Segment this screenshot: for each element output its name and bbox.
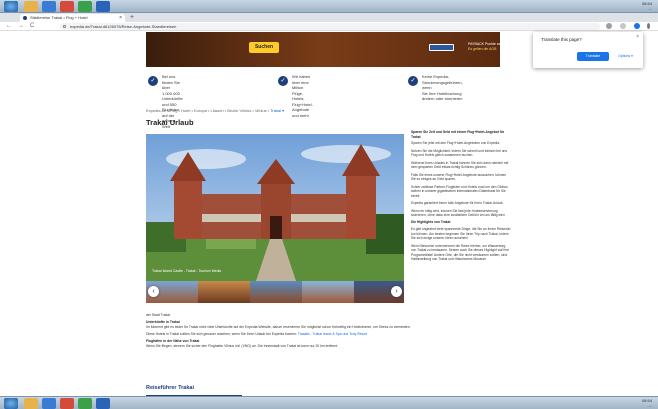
app-icon[interactable] [42,398,56,409]
star-icon[interactable] [620,23,626,29]
breadcrumb-path[interactable]: Expedia.de • Flug • Hotel • Europa • Lit… [146,108,270,113]
sidebar-paragraph: Nutzen Sie die Möglichkeit, indem Sie sc… [411,148,508,158]
travel-guide-heading[interactable]: Reiseführer Trakai [146,385,194,391]
prev-arrow-icon[interactable]: ‹ [148,286,159,297]
options-button[interactable]: Options ▾ [613,52,638,61]
photo-caption: Trakai Island Castle - Trakai - Tourism … [152,269,222,273]
url-text: expedia.de/Trakai.d6126076/Reise-Angebot… [70,24,177,29]
reload-icon[interactable]: C [30,22,34,31]
checkmark-icon: ✓ [148,76,158,86]
payback-promo[interactable]: PAYBACK Punkte sammeln! Es gelten die AG… [468,42,512,52]
word-icon[interactable] [96,1,110,12]
payback-line2: Es gelten die AGB [468,47,497,51]
benefit-line: Keine Expedia-Stornierungsgebühren, wenn [422,74,463,90]
translate-popup: Translate this page? × Translate Options… [533,32,643,68]
profile-icon[interactable] [634,23,640,29]
sidebar-paragraph: Sparen Sie jetzt mit den Flug+Hotel-Ange… [411,141,500,146]
search-button[interactable]: Suchen [249,42,279,53]
body-paragraph: Diese Hotels in Trakai sollten Sie sich … [146,332,516,337]
benefit-line: Flug+Hotel-Angebote und mehr [292,101,313,118]
folder-icon[interactable] [24,1,38,12]
sidebar-paragraph: Falls Sie eines unserer Flug+Hotel-Angeb… [411,172,507,182]
sidebar-paragraph: Expedia garantiert Ihnen tolle Angebote … [411,201,504,206]
start-icon[interactable] [4,1,18,12]
browser-tab[interactable]: Städtereise Trakai • Flug + Hotel × [20,14,125,22]
checkmark-icon: ✓ [278,76,288,86]
new-tab-button[interactable]: + [130,13,134,22]
address-bar[interactable]: expedia.de/Trakai.d6126076/Reise-Angebot… [60,23,600,30]
lock-icon [63,25,66,28]
next-arrow-icon[interactable]: › [391,286,402,297]
sidebar-heading: Die Highlights von Trakai [411,220,451,225]
breadcrumb-current[interactable]: Trakai ▾ [270,108,284,113]
forward-icon[interactable]: → [18,22,24,31]
app-icon[interactable] [78,1,92,12]
sidebar-paragraph: Schier zahllose Partner-Fluglinien und H… [411,184,508,198]
app-icon[interactable] [78,398,92,409]
translate-icon[interactable] [606,23,612,29]
payback-card-icon [429,44,454,51]
hero-banner: Suchen PAYBACK Punkte sammeln! Es gelten… [146,32,512,67]
benefit-line: Bei uns finden Sie über 1.000.000 Unterk… [162,74,183,101]
benefit-line: Sie Ihre Hotelbuchung ändern oder storni… [422,90,463,102]
checkmark-icon: ✓ [408,76,418,86]
translate-button[interactable]: Translate [577,52,609,61]
body-text: Diese Hotels in Trakai sollten Sie sich … [146,332,298,337]
web-page: Suchen PAYBACK Punkte sammeln! Es gelten… [0,32,658,396]
sidebar-text: Sparen Sie Zeit und Geld mit einem Flug+… [411,130,511,265]
body-paragraph: Wenn Sie fliegen, steuern Sie sicher den… [146,344,339,349]
tab-strip: Städtereise Trakai • Flug + Hotel × + [0,13,658,22]
main-text: der Stadt Trakai. Unterkünfte in Trakai … [146,313,516,351]
body-paragraph: Im Moment gibt es leider für Trakai nich… [146,324,411,329]
chrome-icon[interactable] [60,398,74,409]
benefits-row: ✓ Bei uns finden Sie über 1.000.000 Unte… [146,70,500,129]
sidebar-paragraph: Wenn es nötig wird, können Sie fast jede… [411,208,506,218]
thumbnail[interactable] [250,281,302,303]
breadcrumb[interactable]: Expedia.de • Flug • Hotel • Europa • Lit… [146,108,284,113]
menu-icon[interactable] [647,23,650,29]
benefit-line: Wir haben über eine Million Flüge, Hotel… [292,74,311,101]
clock: 08:54.... [641,1,652,11]
app-icon[interactable] [42,1,56,12]
tab-title: Städtereise Trakai • Flug + Hotel [30,15,88,20]
castle-photo[interactable]: Trakai Island Castle - Trakai - Tourism … [146,134,404,281]
castle-illustration [146,134,404,281]
sidebar-heading: Sparen Sie Zeit und Geld mit einem Flug+… [411,130,505,139]
thumbnail[interactable] [302,281,354,303]
sidebar-paragraph: Während Ihres Urlaubs in Trakai können S… [411,160,509,170]
back-icon[interactable]: ← [6,22,12,31]
translate-title: Translate this page? [541,37,582,42]
close-tab-icon[interactable]: × [119,14,122,22]
thumbnail-strip[interactable] [146,281,404,303]
taskbar-bottom: 08:54.... [0,396,658,409]
sidebar-paragraph: Es gibt ungeahnt viele spannende Dinge, … [411,227,511,241]
word-icon[interactable] [96,398,110,409]
body-paragraph: der Stadt Trakai. [146,313,171,317]
taskbar-top: 08:54.... [0,0,658,13]
start-icon[interactable] [4,398,18,409]
browser-toolbar: ← → C expedia.de/Trakai.d6126076/Reise-A… [0,22,658,31]
favicon-icon [23,16,27,20]
chrome-icon[interactable] [60,1,74,12]
clock: 08:54.... [641,398,652,408]
thumbnail[interactable] [198,281,250,303]
close-icon[interactable]: × [636,34,639,40]
folder-icon[interactable] [24,398,38,409]
hotel-link[interactable]: Trasalis - Trakai resort & Spa und Tony … [298,332,367,336]
sidebar-paragraph: Wenn Besucher unternehmen die Reise hier… [411,243,510,262]
page-title: Trakai Urlaub [146,118,194,127]
